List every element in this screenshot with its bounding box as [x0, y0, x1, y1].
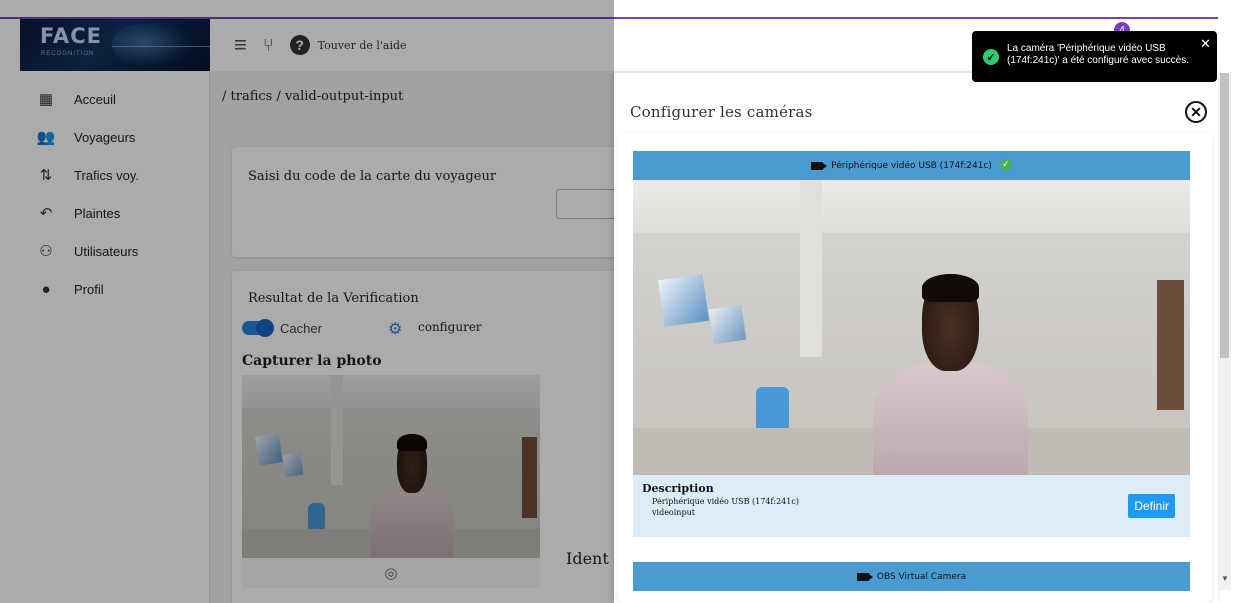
verified-shield-icon: ✓ — [999, 159, 1012, 172]
description-label: Description — [642, 482, 714, 495]
camera-card: Périphérique vidéo USB (174f:241c) ✓ Des… — [633, 151, 1190, 537]
close-icon[interactable]: ✕ — [1185, 101, 1207, 123]
modal-overlay[interactable] — [0, 0, 614, 603]
scroll-down-arrow-icon[interactable]: ▼ — [1221, 574, 1229, 583]
close-icon[interactable]: ✕ — [1200, 36, 1211, 52]
camera-preview — [633, 180, 1190, 475]
camera-description: Description Périphérique vidéo USB (174f… — [633, 475, 1190, 537]
description-device-kind: videoinput — [652, 508, 695, 517]
define-button[interactable]: Definir — [1128, 494, 1175, 518]
scrollbar[interactable] — [1218, 73, 1231, 590]
camera-name: OBS Virtual Camera — [876, 571, 967, 582]
success-toast: ✓ La caméra 'Périphérique vidéo USB (174… — [972, 31, 1217, 82]
video-camera-icon — [856, 572, 873, 581]
camera-name: Périphérique vidéo USB (174f:241c) — [831, 160, 992, 171]
camera-card-header[interactable]: Périphérique vidéo USB (174f:241c) ✓ — [633, 151, 1190, 180]
toast-message: La caméra 'Périphérique vidéo USB (174f:… — [1007, 43, 1190, 66]
app-root: FACE RECOGNITION ≡ ⑂ ? Touver de l'aide … — [0, 0, 1246, 603]
description-device-name: Périphérique vidéo USB (174f:241c) — [652, 497, 799, 506]
camera-card: OBS Virtual Camera — [633, 562, 1190, 591]
video-camera-icon — [811, 161, 828, 170]
camera-card-header[interactable]: OBS Virtual Camera — [633, 562, 1190, 591]
drawer-title: Configurer les caméras — [630, 103, 813, 121]
camera-config-drawer: Configurer les caméras ✕ Périphérique vi… — [614, 73, 1218, 603]
scrollbar-thumb[interactable] — [1220, 73, 1229, 358]
check-circle-icon: ✓ — [983, 49, 999, 65]
